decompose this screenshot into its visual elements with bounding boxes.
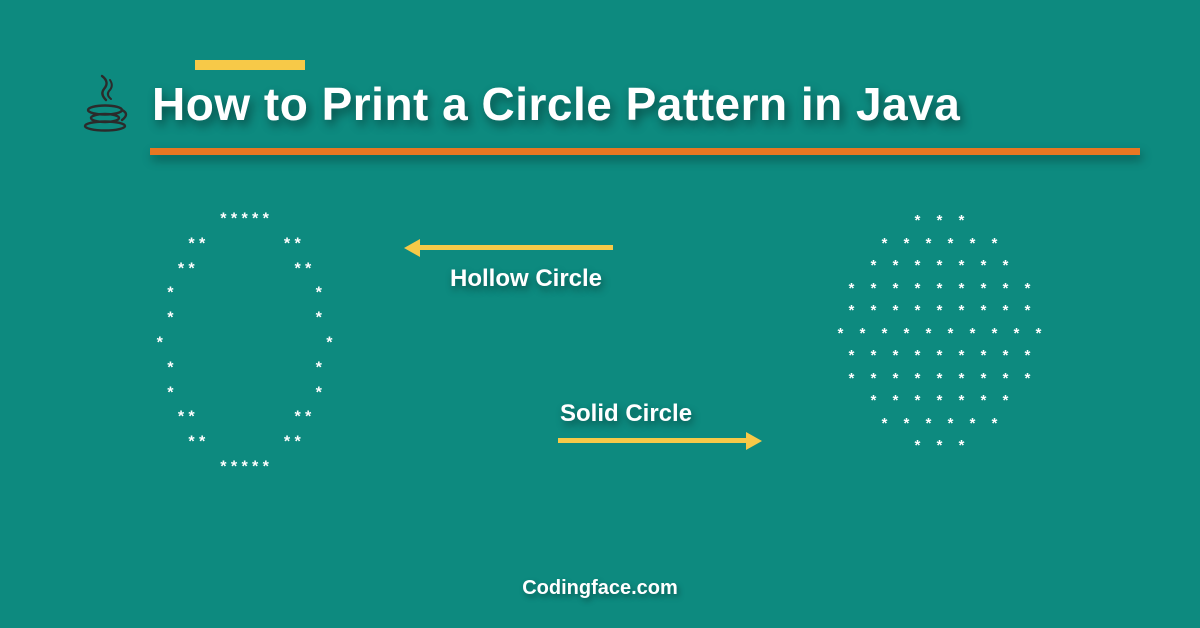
page-title: How to Print a Circle Pattern in Java: [152, 77, 960, 131]
content-area: ***** ** ** ** ** * * * * * * * * * * **…: [0, 190, 1200, 558]
hollow-circle-pattern: ***** ** ** ** ** * * * * * * * * * * **…: [155, 208, 335, 481]
orange-underline: [150, 148, 1140, 155]
footer-credit: Codingface.com: [0, 577, 1200, 600]
arrow-left-icon: [418, 245, 613, 250]
yellow-accent-bar: [195, 60, 305, 70]
java-icon: [80, 74, 130, 134]
solid-circle-pattern: * * * * * * * * * * * * * * * * * * * * …: [836, 212, 1045, 460]
hollow-circle-label: Hollow Circle: [450, 265, 602, 293]
header: How to Print a Circle Pattern in Java: [80, 60, 1140, 155]
arrow-right-icon: [558, 438, 748, 443]
title-row: How to Print a Circle Pattern in Java: [80, 74, 1140, 134]
solid-circle-label: Solid Circle: [560, 400, 692, 428]
